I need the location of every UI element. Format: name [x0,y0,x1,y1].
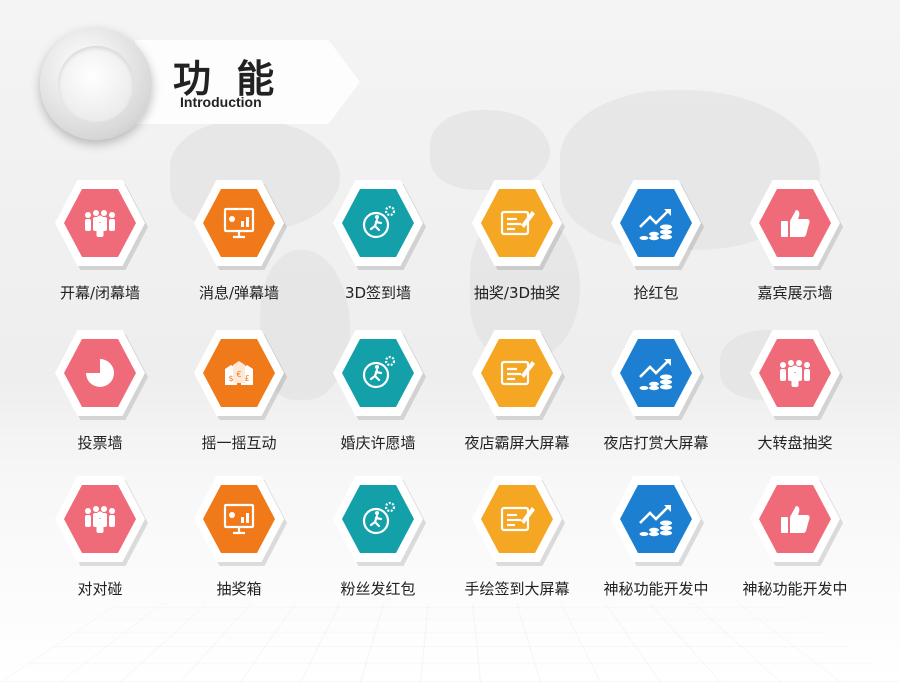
feature-hex-badge[interactable] [333,476,426,566]
feature-label: 对对碰 [77,580,123,598]
feature-label: 摇一摇互动 [201,434,277,452]
floor-grid [0,603,900,682]
feature-hex-badge[interactable] [472,180,565,270]
page-subtitle: Introduction [180,94,262,110]
feature-hex-badge[interactable] [472,476,565,566]
feature-item[interactable]: $ € £ 摇一摇互动 [169,330,309,455]
feature-label: 神秘功能开发中 [603,580,709,598]
feature-label: 抽奖箱 [216,580,262,598]
feature-hex-badge[interactable] [611,330,704,420]
feature-label: 开幕/闭幕墙 [59,284,141,302]
feature-hex-badge[interactable] [55,476,148,566]
feature-hex-badge[interactable] [55,180,148,270]
feature-label: 大转盘抽奖 [757,434,833,452]
feature-label: 婚庆许愿墙 [340,434,416,452]
feature-item[interactable]: 消息/弹幕墙 [169,180,309,305]
world-map-decoration [430,110,550,190]
feature-item[interactable]: 神秘功能开发中 [586,476,726,601]
feature-hex-badge[interactable] [333,180,426,270]
feature-label: 神秘功能开发中 [742,580,848,598]
feature-hex-badge[interactable] [472,330,565,420]
feature-hex-badge[interactable] [611,180,704,270]
feature-item[interactable]: 夜店霸屏大屏幕 [447,330,587,455]
feature-label: 手绘签到大屏幕 [464,580,570,598]
feature-item[interactable]: 婚庆许愿墙 [308,330,448,455]
feature-label: 粉丝发红包 [340,580,416,598]
feature-label: 夜店打赏大屏幕 [603,434,709,452]
feature-item[interactable]: 抽奖箱 [169,476,309,601]
header-disc [40,28,152,140]
feature-item[interactable]: 抢红包 [586,180,726,305]
feature-hex-badge[interactable] [750,330,843,420]
feature-label: 嘉宾展示墙 [757,284,833,302]
svg-text:€: € [236,370,241,379]
feature-hex-badge[interactable] [750,476,843,566]
feature-label: 投票墙 [77,434,123,452]
section-header: 功 能 Introduction [40,28,360,140]
feature-hex-badge[interactable]: $ € £ [194,330,287,420]
feature-hex-badge[interactable] [611,476,704,566]
feature-item[interactable]: 3D签到墙 [308,180,448,305]
svg-text:$: $ [228,374,233,383]
feature-hex-badge[interactable] [333,330,426,420]
feature-hex-badge[interactable] [194,476,287,566]
feature-item[interactable]: 投票墙 [30,330,170,455]
feature-label: 抽奖/3D抽奖 [473,284,561,302]
feature-item[interactable]: 神秘功能开发中 [725,476,865,601]
svg-text:£: £ [244,374,249,383]
feature-hex-badge[interactable] [55,330,148,420]
feature-hex-badge[interactable] [750,180,843,270]
header-disc-inner [58,46,134,122]
feature-label: 消息/弹幕墙 [198,284,280,302]
feature-hex-badge[interactable] [194,180,287,270]
feature-item[interactable]: 大转盘抽奖 [725,330,865,455]
feature-item[interactable]: 抽奖/3D抽奖 [447,180,587,305]
feature-item[interactable]: 开幕/闭幕墙 [30,180,170,305]
feature-item[interactable]: 嘉宾展示墙 [725,180,865,305]
feature-item[interactable]: 对对碰 [30,476,170,601]
feature-item[interactable]: 手绘签到大屏幕 [447,476,587,601]
feature-item[interactable]: 粉丝发红包 [308,476,448,601]
feature-label: 夜店霸屏大屏幕 [464,434,570,452]
feature-item[interactable]: 夜店打赏大屏幕 [586,330,726,455]
feature-label: 抢红包 [633,284,679,302]
feature-label: 3D签到墙 [344,284,412,302]
